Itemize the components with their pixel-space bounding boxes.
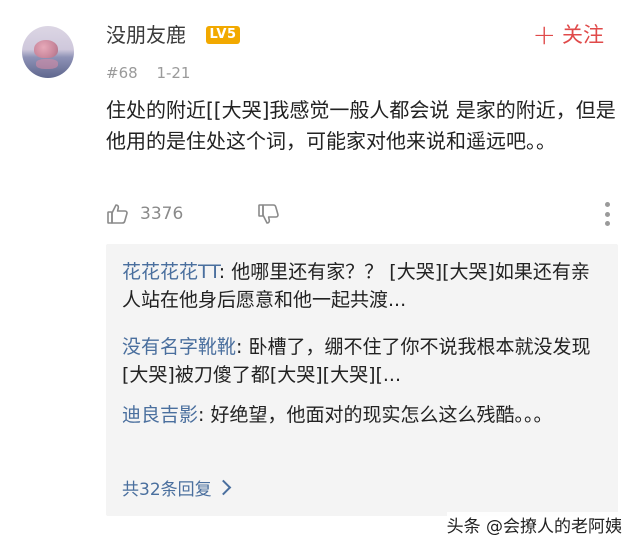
- avatar-tree-art: [34, 40, 58, 58]
- more-replies-label: 共32条回复: [122, 480, 212, 500]
- avatar-reflection-art: [36, 59, 58, 69]
- thumbs-down-icon[interactable]: [257, 202, 281, 226]
- more-replies-link[interactable]: 共32条回复: [122, 475, 231, 500]
- thumbs-up-icon[interactable]: [106, 202, 130, 226]
- reply-text: : 好绝望，他面对的现实怎么这么残酷。。。: [198, 404, 553, 426]
- follow-label: 关注: [562, 23, 604, 47]
- comment-text: 住处的附近[[大哭]我感觉一般人都会说 是家的附近，但是他用的是住处这个词，可能…: [106, 98, 616, 153]
- more-options-icon[interactable]: [604, 202, 610, 226]
- comment-date: 1-21: [156, 64, 191, 82]
- comment-actions: 3376: [106, 198, 618, 230]
- level-badge: LV5: [206, 26, 240, 44]
- username[interactable]: 没朋友鹿: [106, 20, 186, 50]
- reply-item[interactable]: 迪良吉影: 好绝望，他面对的现实怎么这么残酷。。。: [122, 401, 602, 429]
- avatar[interactable]: [22, 26, 74, 78]
- reply-author[interactable]: 迪良吉影: [122, 404, 198, 426]
- follow-button[interactable]: + 关注: [533, 20, 604, 50]
- reply-author[interactable]: 花花花花TT: [122, 261, 219, 283]
- reply-author[interactable]: 没有名字靴靴: [122, 336, 236, 358]
- reply-item[interactable]: 没有名字靴靴: 卧槽了，绷不住了你不说我根本就没发现[大哭]被刀傻了都[大哭][…: [122, 333, 602, 389]
- plus-icon: +: [532, 18, 556, 51]
- comment-meta: #68 1-21: [106, 64, 190, 82]
- watermark: 头条 @会撩人的老阿姨: [446, 512, 622, 537]
- like-count: 3376: [140, 204, 184, 224]
- chevron-right-icon: [215, 479, 231, 496]
- floor-number: #68: [106, 64, 138, 82]
- reply-item[interactable]: 花花花花TT: 他哪里还有家？？ [大哭][大哭]如果还有亲人站在他身后愿意和他…: [122, 258, 602, 314]
- replies-panel: 花花花花TT: 他哪里还有家？？ [大哭][大哭]如果还有亲人站在他身后愿意和他…: [106, 244, 618, 516]
